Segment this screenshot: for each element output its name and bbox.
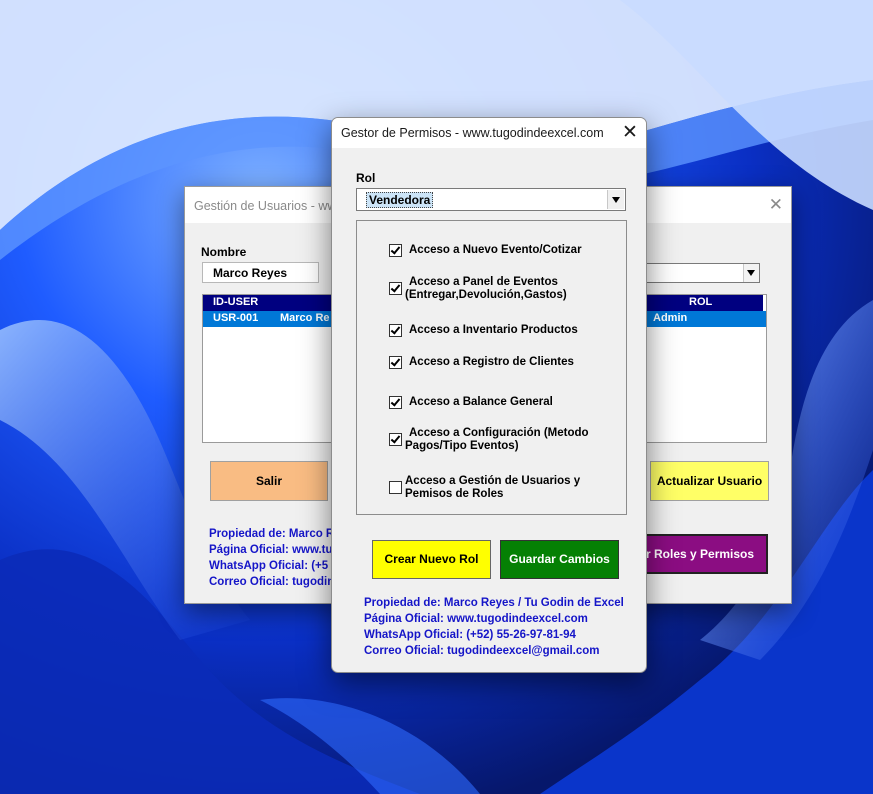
perm-label: Acceso a Inventario Productos: [409, 324, 578, 336]
permissions-dialog: Gestor de Permisos - www.tugodindeexcel.…: [331, 117, 647, 673]
perm-label: Acceso a Configuración (Metodo: [409, 427, 589, 439]
rol-label: Rol: [356, 171, 376, 185]
info-line: Página Oficial: www.tugodindeexcel.com: [364, 613, 588, 625]
perm-label-line2: (Entregar,Devolución,Gastos): [405, 289, 567, 301]
salir-button[interactable]: Salir: [210, 461, 328, 501]
info-line: Página Oficial: www.tu: [209, 544, 333, 556]
checkbox-gestion-usuarios[interactable]: [389, 481, 402, 494]
cell-name: Marco Re: [280, 312, 330, 324]
rol-select[interactable]: [643, 263, 760, 283]
guardar-cambios-button[interactable]: Guardar Cambios: [500, 540, 619, 579]
dialog-title: Gestor de Permisos - www.tugodindeexcel.…: [341, 126, 604, 140]
close-icon[interactable]: ✕: [769, 195, 783, 215]
owner-info: Propiedad de: Marco Reyes / Tu Godin de …: [364, 595, 624, 659]
actualizar-usuario-button[interactable]: Actualizar Usuario: [650, 461, 769, 501]
perm-label-line2: Pagos/Tipo Eventos): [405, 440, 519, 452]
info-line: Correo Oficial: tugodin: [209, 576, 335, 588]
checkbox-configuracion[interactable]: [389, 433, 402, 446]
checkbox-inventario[interactable]: [389, 324, 402, 337]
rol-selected-value: Vendedora: [366, 192, 434, 208]
chevron-down-icon[interactable]: [743, 264, 759, 282]
info-line: WhatsApp Oficial: (+52) 55-26-97-81-94: [364, 629, 576, 641]
chevron-down-icon[interactable]: [607, 190, 624, 209]
perm-label: Acceso a Nuevo Evento/Cotizar: [409, 244, 582, 256]
permissions-frame: Acceso a Nuevo Evento/Cotizar Acceso a P…: [356, 220, 627, 515]
cell-rol: Admin: [653, 312, 688, 324]
perm-label: Acceso a Panel de Eventos: [409, 276, 558, 288]
checkbox-nuevo-evento[interactable]: [389, 244, 402, 257]
rol-combobox[interactable]: Vendedora: [356, 188, 626, 211]
perm-label: Acceso a Gestión de Usuarios y: [405, 475, 581, 487]
perm-label: Acceso a Registro de Clientes: [409, 356, 574, 368]
nombre-input[interactable]: Marco Reyes: [202, 262, 319, 283]
owner-info: Propiedad de: Marco R Página Oficial: ww…: [209, 526, 334, 590]
info-line: Correo Oficial: tugodindeexcel@gmail.com: [364, 645, 600, 657]
perm-label: Acceso a Balance General: [409, 396, 553, 408]
info-line: Propiedad de: Marco Reyes / Tu Godin de …: [364, 597, 624, 609]
title-bar: Gestor de Permisos - www.tugodindeexcel.…: [332, 118, 646, 148]
info-line: Propiedad de: Marco R: [209, 528, 335, 540]
window-title: Gestión de Usuarios - www: [194, 199, 346, 213]
close-icon[interactable]: ✕: [622, 121, 638, 144]
checkbox-panel-eventos[interactable]: [389, 282, 402, 295]
crear-nuevo-rol-button[interactable]: Crear Nuevo Rol: [372, 540, 491, 579]
column-header-rol: ROL: [689, 296, 713, 308]
checkbox-clientes[interactable]: [389, 356, 402, 369]
checkbox-balance[interactable]: [389, 396, 402, 409]
nombre-label: Nombre: [201, 245, 247, 259]
perm-label-line2: Pemisos de Roles: [405, 488, 504, 500]
cell-id: USR-001: [213, 312, 259, 324]
column-header-id-user: ID-USER: [213, 296, 259, 308]
info-line: WhatsApp Oficial: (+5: [209, 560, 329, 572]
